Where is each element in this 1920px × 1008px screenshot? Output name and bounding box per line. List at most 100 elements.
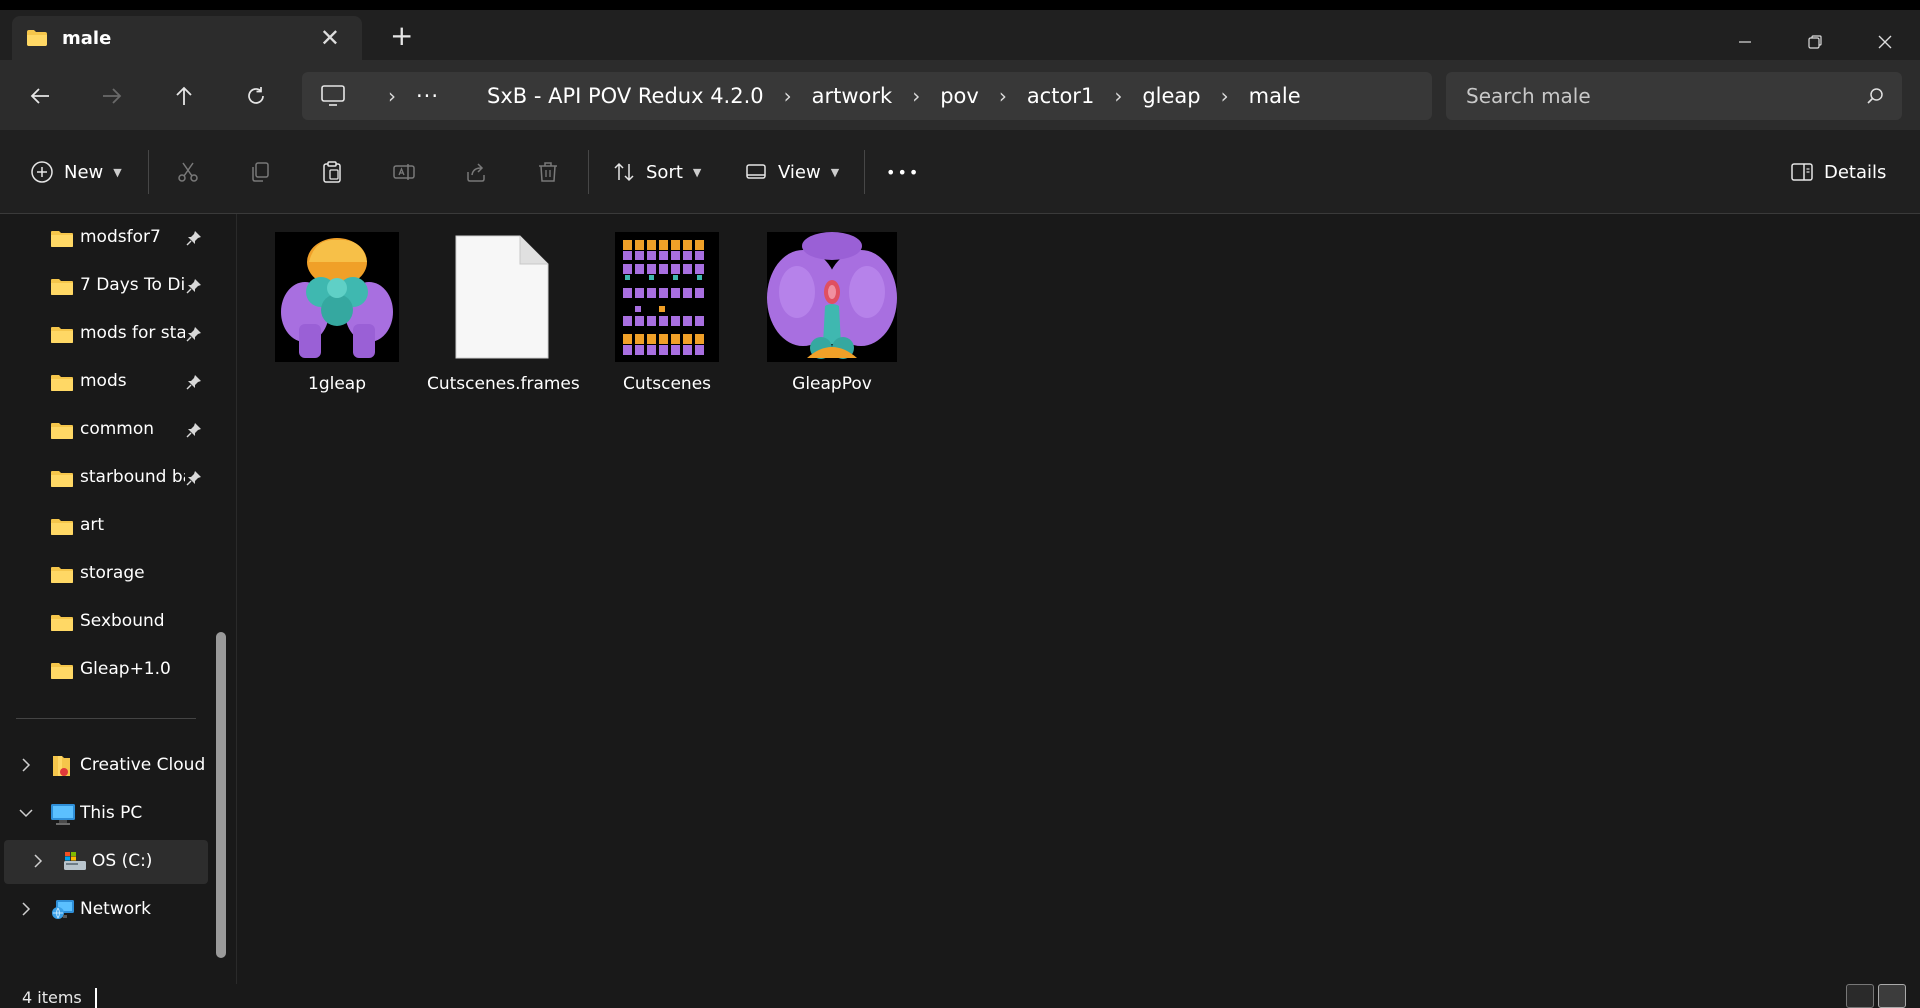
breadcrumb-pov[interactable]: pov [940, 84, 979, 108]
sidebar-item-gleap-1-0[interactable]: Gleap+1.0 [0, 648, 212, 692]
delete-button[interactable] [536, 152, 560, 192]
chevron-right-icon: › [783, 84, 792, 108]
close-tab-button[interactable]: ✕ [310, 26, 350, 50]
rename-button[interactable] [392, 152, 416, 192]
sidebar-item-art[interactable]: art [0, 504, 212, 548]
layout-toggles [1846, 984, 1906, 1008]
tab-male[interactable]: male ✕ [12, 16, 362, 60]
chevron-right-icon[interactable] [30, 853, 46, 869]
sidebar-item-7-days-to-die[interactable]: 7 Days To Die [0, 264, 212, 308]
details-pane-button[interactable]: Details [1790, 152, 1886, 192]
breadcrumb-actor1[interactable]: actor1 [1027, 84, 1095, 108]
sidebar-item-os-c[interactable]: OS (C:) [4, 840, 208, 884]
sidebar-item-mods-for-starbound[interactable]: mods for starbound [0, 312, 212, 356]
search-icon [1867, 88, 1883, 104]
file-item-cutscenes[interactable]: Cutscenes [592, 232, 742, 402]
more-options-button[interactable]: ••• [886, 152, 920, 192]
breadcrumb-artwork[interactable]: artwork [812, 84, 893, 108]
forward-button[interactable] [90, 74, 134, 118]
sidebar-item-network[interactable]: Network [0, 888, 212, 932]
close-window-button[interactable] [1850, 20, 1920, 64]
paste-button[interactable] [320, 152, 344, 192]
sidebar-item-label: art [80, 515, 105, 535]
file-list: 1gleap Cutscenes.frames Cutscenes GleapP… [236, 214, 1920, 984]
creative-cloud-folder-icon [53, 756, 70, 776]
divider [148, 150, 149, 194]
file-item-gleappov[interactable]: GleapPov [757, 232, 907, 402]
file-item-cutscenes-frames[interactable]: Cutscenes.frames [427, 232, 580, 402]
trash-icon [539, 162, 557, 182]
large-icons-view-button[interactable] [1878, 984, 1906, 1008]
up-button[interactable] [162, 74, 206, 118]
image-thumbnail [272, 232, 402, 362]
chevron-right-icon: › [388, 84, 396, 108]
refresh-icon [248, 87, 264, 104]
chevron-right-icon: › [1114, 84, 1123, 108]
chevron-down-icon[interactable] [18, 805, 34, 821]
search-input[interactable] [1466, 84, 1866, 108]
details-view-button[interactable] [1846, 984, 1874, 1008]
sidebar-item-label: starbound backup [80, 467, 185, 487]
divider [16, 718, 196, 719]
copy-button[interactable] [248, 152, 272, 192]
sidebar-item-this-pc[interactable]: This PC [0, 792, 212, 836]
sidebar-scrollbar-thumb[interactable] [216, 632, 226, 958]
top-edge [0, 0, 1920, 10]
chevron-right-icon: › [998, 84, 1007, 108]
sidebar-item-mods[interactable]: mods [0, 360, 212, 404]
pin-icon [186, 375, 201, 390]
back-button[interactable] [18, 74, 62, 118]
new-button[interactable]: New ▼ [30, 152, 122, 192]
folder-icon [51, 471, 73, 487]
pin-icon [186, 471, 201, 486]
sidebar-item-common[interactable]: common [0, 408, 212, 452]
pin-icon [186, 423, 201, 438]
arrow-left-icon [30, 88, 49, 104]
chevron-right-icon[interactable] [18, 901, 34, 917]
new-tab-button[interactable]: + [390, 22, 413, 50]
address-bar[interactable]: › ··· › SxB - API POV Redux 4.2.0 › artw… [302, 72, 1432, 120]
breadcrumb-overflow[interactable]: ··· [416, 84, 439, 108]
breadcrumb-male[interactable]: male [1249, 84, 1301, 108]
clipboard-icon [323, 161, 341, 183]
view-button[interactable]: View ▼ [744, 152, 839, 192]
monitor-icon [51, 804, 75, 825]
sidebar-item-label: common [80, 419, 155, 439]
sidebar-item-label: mods [80, 371, 127, 391]
sort-button[interactable]: Sort ▼ [612, 152, 701, 192]
sort-label: Sort [646, 161, 683, 183]
sidebar-item-modsfor7[interactable]: modsfor7 [0, 216, 212, 260]
navigation-pane: modsfor7 7 Days To Die mods for starboun… [0, 214, 230, 984]
share-icon [467, 163, 485, 182]
sidebar-item-sexbound[interactable]: Sexbound [0, 600, 212, 644]
divider [864, 150, 865, 194]
minimize-button[interactable] [1710, 20, 1780, 64]
sidebar-item-label: Creative Cloud Files [80, 755, 210, 775]
command-bar: New ▼ Sort ▼ View ▼ ••• Details [0, 130, 1920, 214]
breadcrumb-sxb-api-pov-redux[interactable]: SxB - API POV Redux 4.2.0 [487, 84, 764, 108]
restore-button[interactable] [1780, 20, 1850, 64]
chevron-right-icon[interactable] [18, 757, 34, 773]
search-box[interactable] [1446, 72, 1902, 120]
folder-icon [51, 375, 73, 391]
cut-button[interactable] [176, 152, 200, 192]
sidebar-item-starbound-backup[interactable]: starbound backup [0, 456, 212, 500]
restore-icon [1808, 35, 1822, 49]
breadcrumb-gleap[interactable]: gleap [1142, 84, 1200, 108]
network-icon [52, 900, 74, 919]
file-item-1gleap[interactable]: 1gleap [262, 232, 412, 402]
folder-icon [51, 423, 73, 439]
refresh-button[interactable] [234, 74, 278, 118]
folder-icon [51, 663, 73, 679]
title-bar: male ✕ + [0, 10, 1920, 60]
arrow-right-icon [103, 88, 122, 104]
document-icon [437, 232, 567, 362]
sidebar-item-label: OS (C:) [92, 851, 153, 871]
chevron-down-icon: ▼ [692, 165, 702, 179]
share-button[interactable] [464, 152, 488, 192]
plus-circle-icon [31, 161, 53, 183]
sidebar-item-storage[interactable]: storage [0, 552, 212, 596]
sidebar-item-creative-cloud-files[interactable]: Creative Cloud Files [0, 744, 212, 788]
sort-icon [614, 162, 634, 182]
folder-icon [51, 327, 73, 343]
